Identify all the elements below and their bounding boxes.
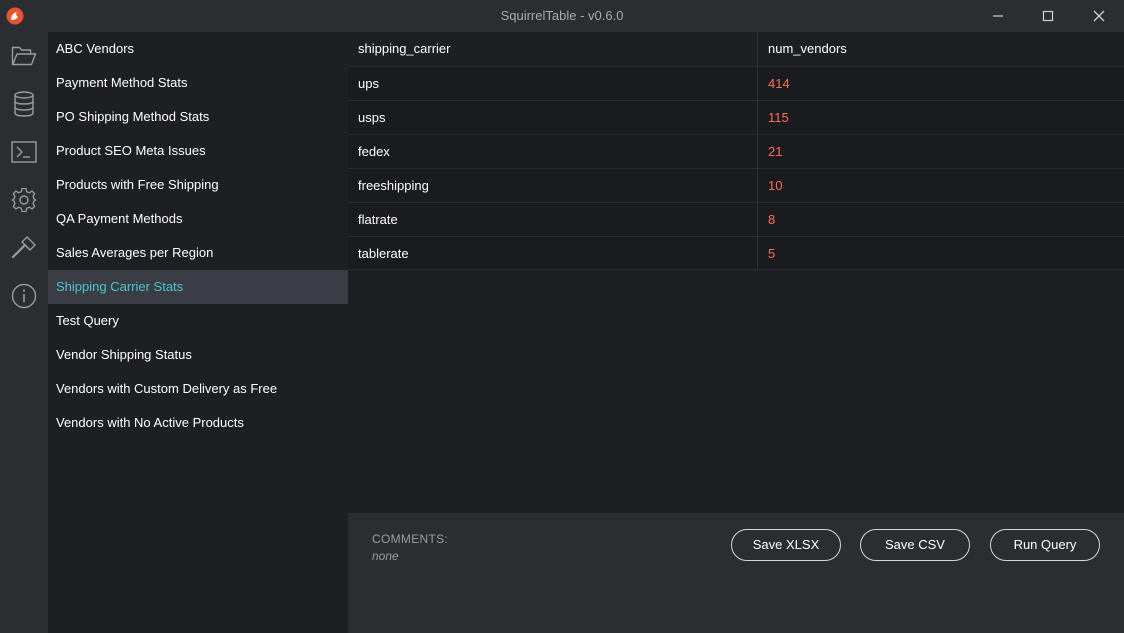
table-row[interactable]: freeshipping 10	[348, 168, 1124, 202]
column-header-shipping-carrier[interactable]: shipping_carrier	[348, 32, 757, 66]
comments-label: COMMENTS:	[372, 532, 449, 546]
save-xlsx-button[interactable]: Save XLSX	[731, 529, 841, 561]
run-query-button[interactable]: Run Query	[990, 529, 1100, 561]
table-row[interactable]: tablerate 5	[348, 236, 1124, 270]
cell-num-vendors: 21	[768, 144, 783, 159]
cell-shipping-carrier: fedex	[358, 144, 390, 159]
table-header: shipping_carrier num_vendors	[348, 32, 1124, 66]
cell-num-vendors: 10	[768, 178, 783, 193]
table-row[interactable]: usps 115	[348, 100, 1124, 134]
terminal-icon	[11, 141, 37, 163]
cell-shipping-carrier: tablerate	[358, 246, 409, 261]
query-item-shipping-carrier-stats[interactable]: Shipping Carrier Stats	[48, 270, 348, 304]
query-item-vendor-shipping-status[interactable]: Vendor Shipping Status	[48, 338, 348, 372]
minimize-button[interactable]	[973, 0, 1023, 32]
query-item-vendors-custom-delivery-free[interactable]: Vendors with Custom Delivery as Free	[48, 372, 348, 406]
cell-shipping-carrier: usps	[358, 110, 386, 125]
query-list: ABC Vendors Payment Method Stats PO Ship…	[48, 32, 348, 633]
close-button[interactable]	[1074, 0, 1124, 32]
maximize-icon	[1042, 10, 1054, 22]
query-item-payment-method-stats[interactable]: Payment Method Stats	[48, 66, 348, 100]
cell-shipping-carrier: freeshipping	[358, 178, 429, 193]
close-icon	[1093, 10, 1105, 22]
terminal-button[interactable]	[10, 138, 38, 166]
query-item-products-free-shipping[interactable]: Products with Free Shipping	[48, 168, 348, 202]
database-button[interactable]	[10, 90, 38, 118]
query-item-abc-vendors[interactable]: ABC Vendors	[48, 32, 348, 66]
table-row[interactable]: flatrate 8	[348, 202, 1124, 236]
tools-button[interactable]	[10, 234, 38, 262]
cell-num-vendors: 8	[768, 212, 776, 227]
column-divider[interactable]	[757, 32, 758, 270]
cell-num-vendors: 5	[768, 246, 776, 261]
icon-bar	[0, 32, 48, 633]
column-header-num-vendors[interactable]: num_vendors	[758, 32, 1124, 66]
hammer-icon	[11, 236, 36, 259]
comments-value: none	[372, 549, 399, 563]
table-row[interactable]: fedex 21	[348, 134, 1124, 168]
cell-num-vendors: 414	[768, 76, 790, 91]
cell-shipping-carrier: flatrate	[358, 212, 398, 227]
cell-shipping-carrier: ups	[358, 76, 379, 91]
window-title: SquirrelTable - v0.6.0	[500, 8, 624, 23]
info-icon	[11, 283, 37, 309]
query-item-qa-payment-methods[interactable]: QA Payment Methods	[48, 202, 348, 236]
query-item-po-shipping-method-stats[interactable]: PO Shipping Method Stats	[48, 100, 348, 134]
settings-button[interactable]	[10, 186, 38, 214]
query-item-sales-averages-per-region[interactable]: Sales Averages per Region	[48, 236, 348, 270]
save-csv-button[interactable]: Save CSV	[860, 529, 970, 561]
open-folder-button[interactable]	[10, 42, 38, 70]
query-item-vendors-no-active-products[interactable]: Vendors with No Active Products	[48, 406, 348, 440]
table-row[interactable]: ups 414	[348, 66, 1124, 100]
database-icon	[14, 91, 34, 117]
query-footer: COMMENTS: none Save XLSX Save CSV Run Qu…	[348, 513, 1124, 633]
minimize-icon	[993, 15, 1003, 17]
results-table: shipping_carrier num_vendors ups 414 usp…	[348, 32, 1124, 513]
folder-icon	[11, 46, 37, 66]
maximize-button[interactable]	[1023, 0, 1073, 32]
cell-num-vendors: 115	[768, 110, 789, 125]
about-button[interactable]	[10, 282, 38, 310]
title-bar: SquirrelTable - v0.6.0	[0, 0, 1124, 32]
gear-icon	[11, 187, 37, 213]
query-item-product-seo-meta-issues[interactable]: Product SEO Meta Issues	[48, 134, 348, 168]
query-item-test-query[interactable]: Test Query	[48, 304, 348, 338]
